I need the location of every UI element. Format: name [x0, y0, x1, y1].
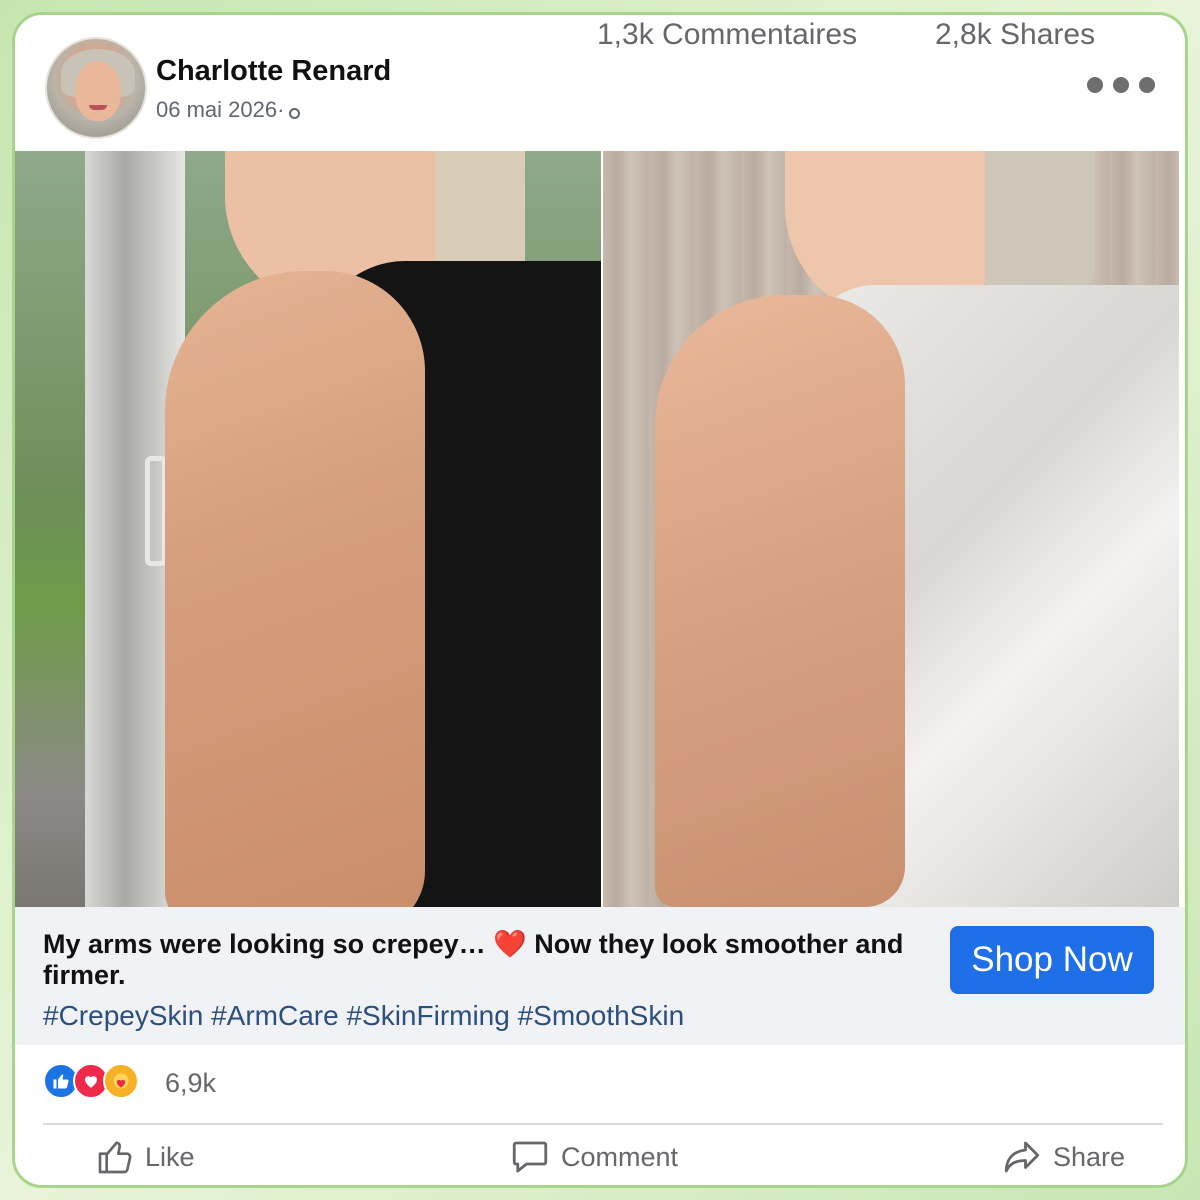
hashtags[interactable]: #CrepeySkin #ArmCare #SkinFirming #Smoot…	[43, 1000, 684, 1032]
share-icon	[1004, 1141, 1040, 1173]
reaction-icons[interactable]	[43, 1063, 139, 1099]
post-card: Charlotte Renard 06 mai 2026· My arms we…	[12, 12, 1188, 1188]
reaction-count[interactable]: 6,9k	[165, 1068, 216, 1099]
comment-label: Comment	[561, 1141, 679, 1172]
avatar-face	[75, 61, 121, 121]
like-label: Like	[145, 1141, 195, 1172]
share-label: Share	[1053, 1141, 1126, 1172]
door-handle	[145, 456, 167, 566]
more-dot-icon	[1139, 77, 1155, 93]
comments-count[interactable]: 1,3k Commentaires	[597, 18, 857, 52]
more-dot-icon	[1113, 77, 1129, 93]
more-options-button[interactable]	[1087, 77, 1155, 93]
post-caption: My arms were looking so crepey… ❤️ Now t…	[43, 929, 933, 991]
caption-area: My arms were looking so crepey… ❤️ Now t…	[15, 907, 1185, 1045]
divider	[43, 1123, 1163, 1125]
care-reaction-icon	[103, 1063, 139, 1099]
caption-part-1: My arms were looking so crepey…	[43, 929, 494, 959]
heart-icon: ❤️	[493, 929, 527, 959]
comment-icon	[512, 1141, 548, 1173]
like-button[interactable]: Like	[95, 1135, 195, 1179]
post-date[interactable]: 06 mai 2026·	[156, 97, 284, 123]
more-dot-icon	[1087, 77, 1103, 93]
author-name[interactable]: Charlotte Renard	[156, 55, 391, 88]
globe-icon	[289, 107, 301, 119]
before-arm	[165, 271, 425, 907]
share-button[interactable]: Share	[1001, 1135, 1125, 1179]
avatar-mouth	[89, 105, 107, 110]
after-arm	[655, 295, 905, 907]
shares-count[interactable]: 2,8k Shares	[935, 18, 1095, 52]
thumbs-up-icon	[98, 1141, 132, 1174]
post-meta: 06 mai 2026·	[156, 97, 301, 123]
avatar[interactable]	[45, 37, 147, 139]
shop-now-button[interactable]: Shop Now	[950, 926, 1154, 994]
before-photo[interactable]	[15, 151, 601, 907]
post-stats: 6,9k	[43, 1063, 1163, 1103]
comment-button[interactable]: Comment	[509, 1135, 678, 1179]
